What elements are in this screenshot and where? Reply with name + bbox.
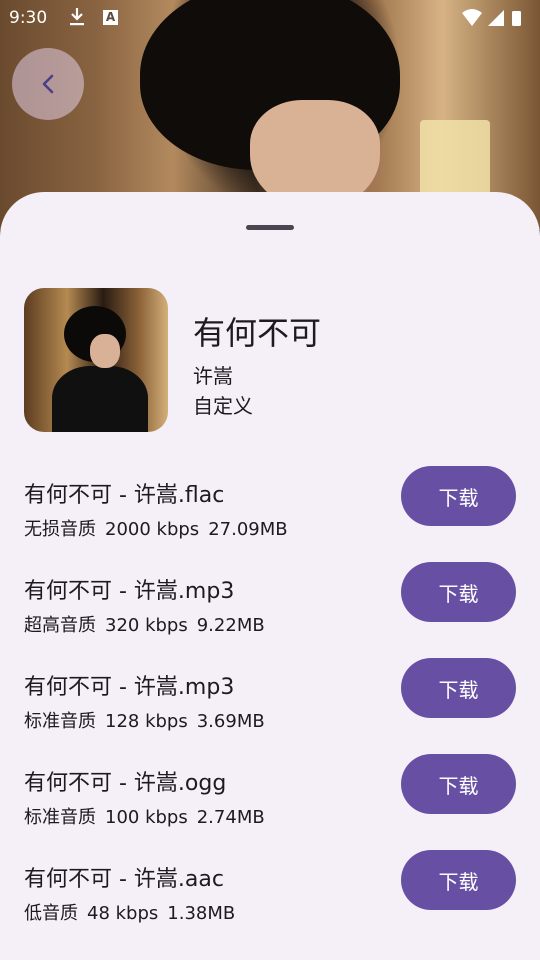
song-title: 有何不可 [193, 314, 322, 352]
file-meta: 无损音质 2000 kbps 27.09MB [24, 515, 288, 541]
download-button[interactable]: 下载 [401, 658, 516, 718]
signal-icon [488, 10, 504, 26]
battery-icon [512, 11, 521, 26]
wifi-signal-battery-icons [462, 9, 521, 26]
download-button[interactable]: 下载 [401, 850, 516, 910]
status-bar: 9:30 A [0, 0, 540, 36]
file-bitrate: 48 kbps [87, 903, 159, 924]
bottom-sheet: 有何不可 许嵩 自定义 有何不可 - 许嵩.flac 无损音质 2000 kbps… [0, 192, 540, 960]
list-item: 有何不可 - 许嵩.flac 无损音质 2000 kbps 27.09MB 下载 [0, 466, 540, 573]
file-size: 2.74MB [196, 807, 265, 828]
file-name: 有何不可 - 许嵩.mp3 [24, 675, 235, 700]
file-meta: 超高音质 320 kbps 9.22MB [24, 611, 265, 637]
file-name: 有何不可 - 许嵩.aac [24, 867, 224, 892]
download-button[interactable]: 下载 [401, 754, 516, 814]
file-name: 有何不可 - 许嵩.ogg [24, 771, 227, 796]
file-name: 有何不可 - 许嵩.flac [24, 483, 225, 508]
file-size: 3.69MB [196, 711, 265, 732]
file-size: 1.38MB [167, 903, 236, 924]
file-size: 27.09MB [208, 519, 288, 540]
file-meta: 标准音质 128 kbps 3.69MB [24, 707, 265, 733]
download-button[interactable]: 下载 [401, 562, 516, 622]
file-quality: 标准音质 [24, 807, 96, 828]
file-bitrate: 100 kbps [105, 807, 188, 828]
list-item: 有何不可 - 许嵩.mp3 标准音质 128 kbps 3.69MB 下载 [0, 658, 540, 765]
song-source: 自定义 [193, 394, 253, 418]
list-item: 有何不可 - 许嵩.ogg 标准音质 100 kbps 2.74MB 下载 [0, 754, 540, 861]
file-bitrate: 128 kbps [105, 711, 188, 732]
file-bitrate: 2000 kbps [105, 519, 200, 540]
file-quality: 低音质 [24, 903, 78, 924]
list-item: 有何不可 - 许嵩.aac 低音质 48 kbps 1.38MB 下载 [0, 850, 540, 957]
file-quality: 标准音质 [24, 711, 96, 732]
list-item: 有何不可 - 许嵩.mp3 超高音质 320 kbps 9.22MB 下载 [0, 562, 540, 669]
status-time: 9:30 [9, 8, 48, 28]
drag-handle[interactable] [246, 225, 294, 230]
a-letter-icon: A [103, 10, 118, 25]
file-meta: 标准音质 100 kbps 2.74MB [24, 803, 265, 829]
chevron-left-icon [42, 74, 54, 94]
wifi-icon [462, 9, 482, 26]
file-size: 9.22MB [196, 615, 265, 636]
file-quality: 超高音质 [24, 615, 96, 636]
file-quality: 无损音质 [24, 519, 96, 540]
download-button[interactable]: 下载 [401, 466, 516, 526]
album-cover [24, 288, 168, 432]
back-button[interactable] [12, 48, 84, 120]
file-bitrate: 320 kbps [105, 615, 188, 636]
download-icon [70, 8, 84, 26]
file-name: 有何不可 - 许嵩.mp3 [24, 579, 235, 604]
file-meta: 低音质 48 kbps 1.38MB [24, 899, 235, 925]
song-artist: 许嵩 [193, 364, 233, 388]
